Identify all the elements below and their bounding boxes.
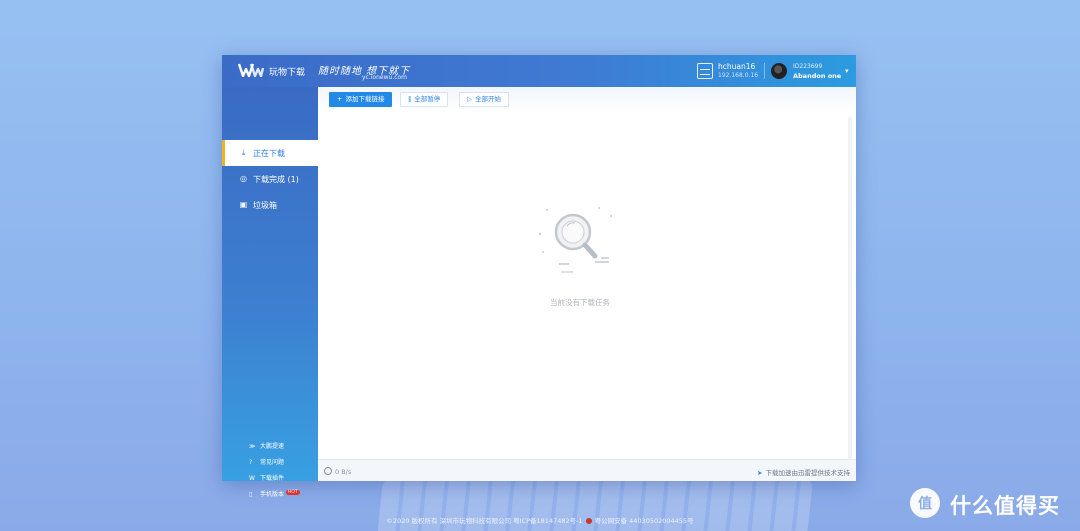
download-icon: ⤓ xyxy=(241,148,246,157)
speed-icon: ≫ xyxy=(249,443,256,450)
app-window: 玩物下载 随时随地 想下就下 yc.ionewu.com hchuan16 19… xyxy=(222,55,856,498)
hot-badge: HOT xyxy=(286,490,300,495)
user-name[interactable]: Abandon one xyxy=(793,72,841,80)
sidebar-item-label: 下载完成 (1) xyxy=(253,175,299,184)
add-link-button[interactable]: + 添加下载链接 xyxy=(329,92,393,107)
device-ip: 192.168.0.16 xyxy=(718,72,759,79)
phone-icon: ▯ xyxy=(249,491,253,498)
app-name: 玩物下载 xyxy=(269,68,306,78)
thunder-credit[interactable]: ➤ 下载加速由迅雷提供技术支持 xyxy=(757,467,850,477)
button-label: 添加下载链接 xyxy=(345,95,385,103)
title-bar: 玩物下载 随时随地 想下就下 yc.ionewu.com hchuan16 19… xyxy=(222,55,856,87)
link-speedup[interactable]: ≫ 大鹏提速 xyxy=(249,441,284,450)
credit-text: 下载加速由迅雷提供技术支持 xyxy=(765,469,851,477)
sidebar-item-downloading[interactable]: ⤓ 正在下载 xyxy=(222,140,318,166)
speed-value: 0 B/s xyxy=(335,468,352,476)
pause-icon: ‖ xyxy=(408,95,412,103)
link-label: 大鹏提速 xyxy=(260,443,285,450)
device-name[interactable]: hchuan16 xyxy=(718,62,755,71)
link-plugin[interactable]: W 下载插件 xyxy=(249,473,284,482)
status-bar: 0 B/s ➤ 下载加速由迅雷提供技术支持 xyxy=(318,459,856,481)
pause-all-button[interactable]: ‖ 全部暂停 xyxy=(400,92,449,107)
app-url: yc.ionewu.com xyxy=(362,74,408,81)
question-icon: ? xyxy=(249,459,253,466)
sidebar-item-label: 正在下载 xyxy=(253,149,285,158)
user-id: ID223699 xyxy=(793,63,823,70)
button-label: 全部开始 xyxy=(475,95,501,103)
gauge-icon xyxy=(324,467,332,475)
avatar[interactable] xyxy=(771,63,787,79)
scrollbar[interactable] xyxy=(848,117,852,459)
thunder-icon: ➤ xyxy=(757,469,763,477)
magnifier-empty-icon xyxy=(538,207,612,273)
link-mobile[interactable]: ▯ 手机版本 HOT xyxy=(249,489,300,498)
app-logo-icon xyxy=(238,63,264,77)
divider xyxy=(764,63,765,79)
link-label: 下载插件 xyxy=(260,475,285,482)
sidebar-item-completed[interactable]: ◎ 下载完成 (1) xyxy=(222,166,318,192)
copyright-text: ©2020 版权所有 深圳市玩物科技有限公司 粤ICP备18147482号-1 xyxy=(386,517,583,525)
watermark-logo-icon xyxy=(910,488,940,518)
link-faq[interactable]: ? 常见问题 xyxy=(249,457,284,466)
sidebar-item-trash[interactable]: ▣ 垃圾箱 xyxy=(222,192,318,218)
play-icon: ▷ xyxy=(467,95,472,103)
sidebar: ⤓ 正在下载 ◎ 下载完成 (1) ▣ 垃圾箱 ≫ 大鹏提速 ? 常见问题 W 下载插… xyxy=(222,87,318,498)
start-all-button[interactable]: ▷ 全部开始 xyxy=(459,92,509,107)
watermark-text: 什么值得买 xyxy=(950,494,1060,518)
chevron-down-icon[interactable]: ▾ xyxy=(845,67,849,75)
empty-state-text: 当前没有下载任务 xyxy=(550,298,610,307)
button-label: 全部暂停 xyxy=(414,95,441,103)
server-icon[interactable] xyxy=(697,63,713,79)
sidebar-item-label: 垃圾箱 xyxy=(253,201,277,210)
trash-icon: ▣ xyxy=(239,200,248,209)
police-record[interactable]: 粤公网安备 44030502004455号 xyxy=(595,517,694,525)
plus-icon: + xyxy=(337,95,343,103)
main-content: + 添加下载链接 ‖ 全部暂停 ▷ 全部开始 当前没有下载任务 0 B/s ➤ … xyxy=(318,87,856,481)
logo-icon: W xyxy=(249,475,255,482)
link-label: 常见问题 xyxy=(260,459,285,466)
link-label: 手机版本 xyxy=(260,491,285,498)
check-circle-icon: ◎ xyxy=(240,174,247,183)
speed-indicator: 0 B/s xyxy=(324,467,351,476)
police-badge-icon xyxy=(585,518,592,524)
toolbar: + 添加下载链接 ‖ 全部暂停 ▷ 全部开始 xyxy=(318,87,856,113)
